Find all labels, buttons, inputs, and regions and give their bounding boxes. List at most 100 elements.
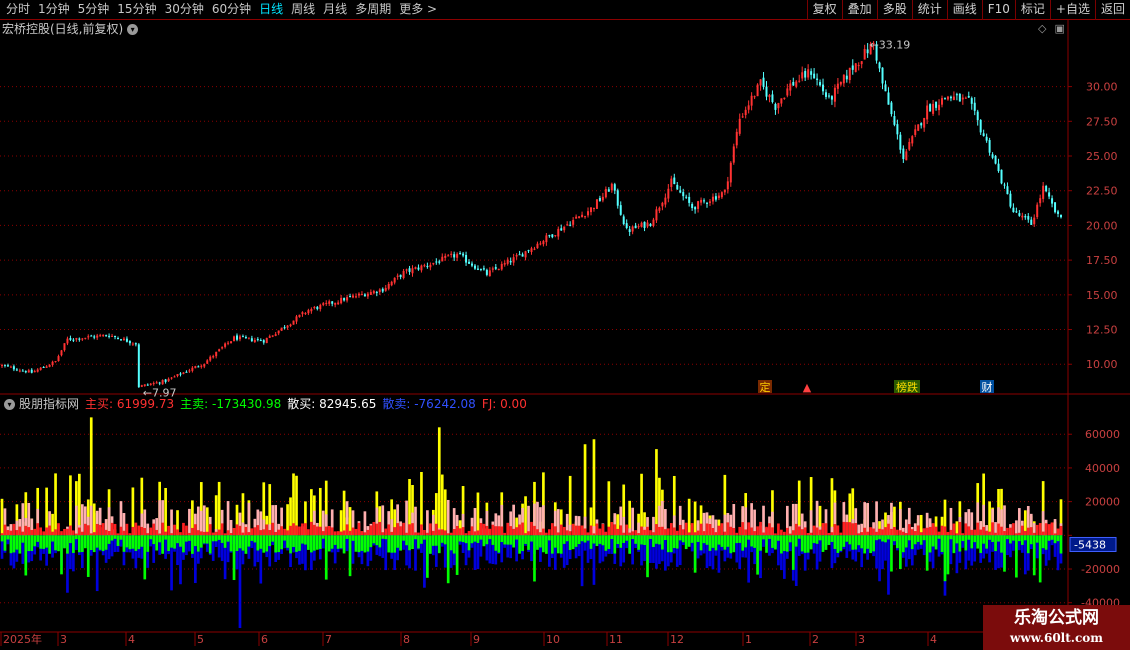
retail-buy-bar	[830, 478, 834, 536]
main-sell-bar	[893, 535, 896, 542]
main-sell-bar	[101, 535, 105, 552]
main-buy-bar	[122, 530, 126, 536]
main-sell-bar	[952, 535, 956, 554]
main-sell-bar	[396, 535, 399, 548]
main-buy-bar	[18, 526, 22, 536]
retail-sell-bar	[1023, 535, 1027, 575]
main-sell-bar	[411, 535, 414, 550]
main-sell-bar	[30, 535, 34, 552]
candle-body	[762, 77, 765, 87]
main-buy-bar	[146, 533, 150, 536]
main-buy-bar	[622, 532, 626, 536]
candle-body	[866, 49, 869, 54]
candle-body	[795, 81, 798, 87]
main-sell-bar	[286, 535, 289, 548]
main-buy-bar	[904, 533, 908, 536]
main-buy-bar	[63, 528, 66, 536]
main-buy-bar	[473, 531, 477, 536]
candle-body	[250, 338, 253, 342]
main-buy-bar	[48, 525, 51, 536]
candle-body	[991, 154, 994, 158]
candle-body	[459, 253, 462, 255]
candle-body	[908, 141, 911, 150]
main-sell-bar	[967, 535, 971, 540]
main-sell-bar	[904, 535, 908, 548]
main-buy-bar	[33, 528, 37, 536]
candle-body	[780, 98, 783, 104]
main-sell-bar	[375, 535, 379, 546]
main-buy-bar	[161, 522, 164, 536]
candle-body	[1027, 216, 1030, 220]
pink-bar	[226, 501, 230, 536]
candle-body	[973, 102, 976, 111]
candle-body	[563, 226, 566, 231]
main-sell-bar	[943, 535, 947, 582]
candle-body	[402, 270, 405, 279]
candle-body	[289, 324, 292, 327]
pink-bar	[1053, 519, 1057, 536]
main-sell-bar	[378, 535, 382, 548]
candle-body	[221, 347, 224, 349]
main-buy-bar	[336, 531, 340, 536]
candle-body	[105, 335, 108, 337]
candle-body	[15, 369, 18, 371]
main-buy-bar	[595, 523, 599, 536]
chart-canvas[interactable]: 30.00 27.50 25.00 22.50 20.00 17.50 15.00 12.50…	[0, 0, 1130, 650]
candle-body	[390, 281, 393, 286]
main-buy-bar	[723, 531, 727, 536]
main-buy-bar	[791, 530, 795, 536]
main-buy-bar	[24, 525, 28, 536]
candle-body	[798, 80, 801, 82]
candle-body	[1054, 202, 1057, 213]
candlestick-series	[1, 41, 1062, 388]
candle-body	[631, 226, 634, 232]
main-buy-bar	[324, 526, 328, 536]
main-buy-bar	[479, 522, 483, 536]
main-buy-bar	[943, 526, 947, 536]
main-buy-bar	[592, 533, 596, 536]
main-buy-bar	[131, 526, 135, 536]
main-sell-bar	[36, 535, 40, 542]
main-sell-bar	[664, 535, 667, 541]
time-axis-label: 11	[609, 633, 623, 646]
event-marker: 榜跌	[896, 380, 918, 394]
main-sell-bar	[714, 535, 718, 551]
main-buy-bar	[875, 531, 878, 536]
main-buy-bar	[354, 528, 358, 536]
main-sell-bar	[423, 535, 426, 540]
pink-bar	[21, 503, 25, 536]
main-sell-bar	[696, 535, 700, 542]
main-sell-bar	[598, 535, 602, 544]
candle-body	[283, 327, 286, 329]
main-sell-bar	[194, 535, 197, 547]
candle-body	[697, 201, 700, 209]
main-buy-bar	[66, 528, 69, 536]
candle-body	[661, 202, 664, 207]
candle-body	[634, 225, 637, 229]
main-sell-bar	[351, 535, 355, 541]
main-buy-bar	[821, 523, 825, 536]
candle-body	[209, 356, 212, 361]
candle-body	[384, 287, 387, 291]
main-buy-bar	[768, 523, 771, 536]
main-buy-bar	[1041, 531, 1045, 536]
main-sell-bar	[580, 535, 584, 542]
main-buy-bar	[1038, 523, 1042, 536]
main-buy-bar	[1020, 525, 1024, 536]
candle-body	[286, 325, 289, 328]
candle-body	[233, 336, 236, 342]
main-sell-bar	[503, 535, 507, 545]
main-sell-bar	[946, 535, 950, 575]
candle-body	[1048, 192, 1051, 197]
main-buy-bar	[991, 522, 994, 536]
main-buy-bar	[696, 530, 700, 536]
main-buy-bar	[955, 533, 959, 536]
main-buy-bar	[988, 531, 991, 536]
candle-body	[545, 235, 548, 243]
candle-body	[551, 234, 554, 238]
candle-body	[1039, 198, 1042, 204]
main-buy-bar	[931, 523, 935, 536]
main-buy-bar	[851, 523, 855, 536]
main-sell-bar	[684, 535, 688, 550]
main-sell-bar	[881, 535, 884, 542]
